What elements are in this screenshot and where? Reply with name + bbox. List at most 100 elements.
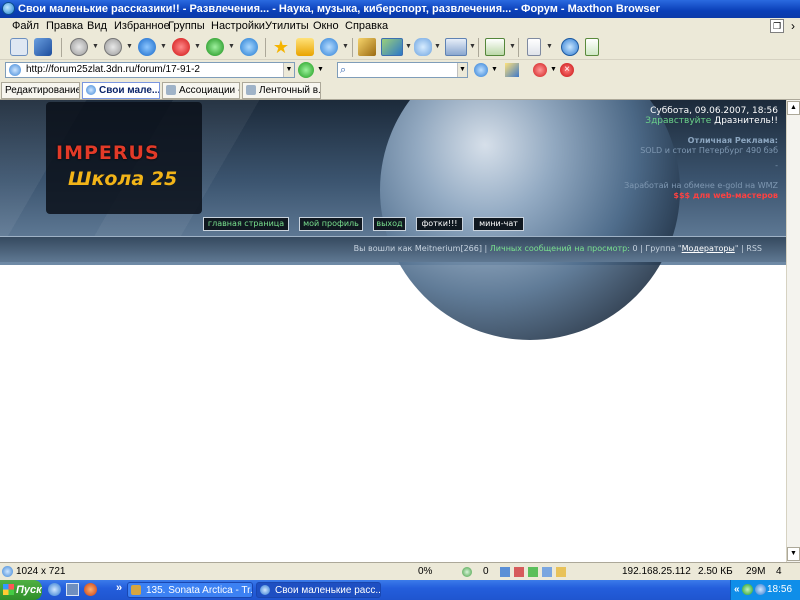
address-dropdown-icon[interactable]: ▼ [283, 63, 294, 77]
globe-block-icon[interactable] [561, 38, 579, 56]
stop-icon[interactable] [172, 38, 190, 56]
messages-count: 0 [632, 244, 638, 253]
forward-icon[interactable] [104, 38, 122, 56]
vertical-scrollbar[interactable] [786, 100, 800, 562]
task-winamp[interactable]: 135. Sonata Arctica - Tr... [127, 582, 253, 598]
quicklaunch-save-icon[interactable] [66, 583, 79, 596]
tab-favicon-icon [86, 85, 96, 95]
tray-network-icon[interactable] [742, 584, 753, 595]
maxthon-app-icon[interactable] [2, 2, 15, 15]
status-tool-icon[interactable] [542, 567, 552, 577]
status-tool-icon[interactable] [556, 567, 566, 577]
ads-title: Отличная Реклама: [687, 136, 778, 145]
scroll-up-arrow-icon[interactable]: ▲ [787, 101, 800, 115]
progress-text: 0% [418, 566, 433, 577]
status-tool-icon[interactable] [528, 567, 538, 577]
print-preview-icon[interactable] [10, 38, 28, 56]
quicklaunch-chevron[interactable]: » [116, 582, 122, 594]
status-bar: 1024 x 721 0% 0 192.168.25.112 2.50 КБ 2… [0, 562, 800, 580]
tab-count: 4 [776, 566, 782, 577]
ad-link[interactable]: SOLD и стоит Петербург 490 бэб [640, 146, 778, 155]
site-header: IMPERUS Школа 25 Суббота, 09.06.2007, 18… [0, 100, 786, 340]
web-page: IMPERUS Школа 25 Суббота, 09.06.2007, 18… [0, 100, 786, 562]
page-size: 2.50 КБ [698, 566, 733, 577]
go-icon[interactable] [298, 62, 314, 78]
quicklaunch-browser-icon[interactable] [48, 583, 61, 596]
new-window-icon[interactable] [485, 38, 505, 56]
tab-favicon-icon [166, 85, 176, 95]
username-link[interactable]: Meitnerium[266] [415, 244, 482, 253]
ad-link[interactable]: Заработай на обмене e-gold на WMZ [624, 181, 778, 190]
window-title: Свои маленькие рассказики!! - Развлечени… [18, 3, 660, 15]
menu-file[interactable]: Файл [12, 18, 39, 35]
popup-filter-icon[interactable] [462, 567, 472, 577]
nav-minichat-button[interactable]: мини-чат [473, 217, 524, 231]
status-tool-icon[interactable] [500, 567, 510, 577]
home-icon[interactable] [138, 38, 156, 56]
greeting: Здравствуйте Дразнитель!! [645, 116, 778, 126]
ip-address: 192.168.25.112 [622, 566, 691, 577]
refresh-icon[interactable] [206, 38, 224, 56]
status-tool-icon[interactable] [514, 567, 524, 577]
task-maxthon[interactable]: Свои маленькие расс... [256, 582, 381, 598]
settings-icon[interactable] [320, 38, 338, 56]
menu-bar: Файл Правка Вид Избранное Группы Настрой… [0, 18, 800, 35]
menu-help[interactable]: Справка [345, 18, 388, 35]
menu-tools[interactable]: Утилиты [265, 18, 309, 35]
menu-window[interactable]: Окно [313, 18, 339, 35]
favorites-star-icon[interactable]: ★ [272, 38, 290, 56]
tray-clock[interactable]: 18:56 [767, 584, 792, 595]
system-tray: « 18:56 [730, 580, 800, 600]
web-icon[interactable] [240, 38, 258, 56]
highlight-pen-icon[interactable] [505, 63, 519, 77]
chat-bubble-icon[interactable] [414, 38, 432, 56]
window-title-bar[interactable]: Свои маленькие рассказики!! - Развлечени… [0, 0, 800, 18]
tray-browser-icon[interactable] [755, 584, 766, 595]
main-toolbar: ▼ ▼ ▼ ▼ ▼ ★ ▼ ▼ ▼ ▼ ▼ ▼ [0, 35, 800, 60]
tools-icon[interactable] [381, 38, 403, 56]
tray-chevron-icon[interactable]: « [734, 580, 740, 600]
date-text: Суббота, 09.06.2007, 18:56 [650, 106, 778, 116]
back-icon[interactable] [70, 38, 88, 56]
url-text: http://forum25zlat.3dn.ru/forum/17-91-2 [26, 64, 200, 75]
tab-editing[interactable]: Редактирование... [1, 82, 80, 99]
popup-block-icon[interactable] [533, 63, 547, 77]
ad-link-webmasters[interactable]: $$$ для web-мастеров [673, 191, 778, 200]
screen-size-icon [2, 566, 13, 577]
address-input[interactable]: http://forum25zlat.3dn.ru/forum/17-91-2 [5, 62, 295, 78]
search-dropdown-icon[interactable]: ▼ [457, 63, 467, 77]
screenshot-icon[interactable] [445, 38, 467, 56]
menu-favorites[interactable]: Избранное [114, 18, 170, 35]
nav-photos-button[interactable]: фотки!!! [416, 217, 463, 231]
page-green-icon[interactable] [585, 38, 599, 56]
nav-profile-button[interactable]: мой профиль [299, 217, 363, 231]
page-favicon-icon [9, 64, 21, 76]
groups-folder-icon[interactable] [296, 38, 314, 56]
nav-logout-button[interactable]: выход [373, 217, 406, 231]
scroll-down-arrow-icon[interactable]: ▼ [787, 547, 800, 561]
menu-groups[interactable]: Группы [168, 18, 205, 35]
private-messages-link[interactable]: Личных сообщений на просмотр: [490, 244, 630, 253]
group-link[interactable]: Модераторы [682, 244, 735, 253]
maxthon-task-icon [260, 585, 270, 595]
search-icon: ⌕ [340, 64, 347, 76]
quicklaunch-media-icon[interactable] [84, 583, 97, 596]
clean-brush-icon[interactable] [358, 38, 376, 56]
edit-icon[interactable] [34, 38, 52, 56]
menu-settings[interactable]: Настройки [211, 18, 265, 35]
page-icon[interactable] [527, 38, 541, 56]
taskbar: Пуск » 135. Sonata Arctica - Tr... Свои … [0, 580, 800, 600]
restore-icon[interactable]: ❐ [770, 19, 784, 33]
resolution-text[interactable]: 1024 x 721 [16, 563, 66, 580]
rss-link[interactable]: RSS [746, 244, 762, 253]
search-engine-icon[interactable] [474, 63, 488, 77]
logo-school-name: Школа 25 [68, 168, 178, 190]
close-ad-icon[interactable]: × [560, 63, 574, 77]
blocked-count: 0 [483, 566, 489, 577]
nav-home-button[interactable]: главная страница [203, 217, 289, 231]
menu-edit[interactable]: Правка [46, 18, 83, 35]
search-input[interactable] [337, 62, 468, 78]
chevron-right-icon[interactable]: › [791, 18, 795, 35]
menu-view[interactable]: Вид [87, 18, 107, 35]
ad-link[interactable]: - [775, 161, 778, 170]
